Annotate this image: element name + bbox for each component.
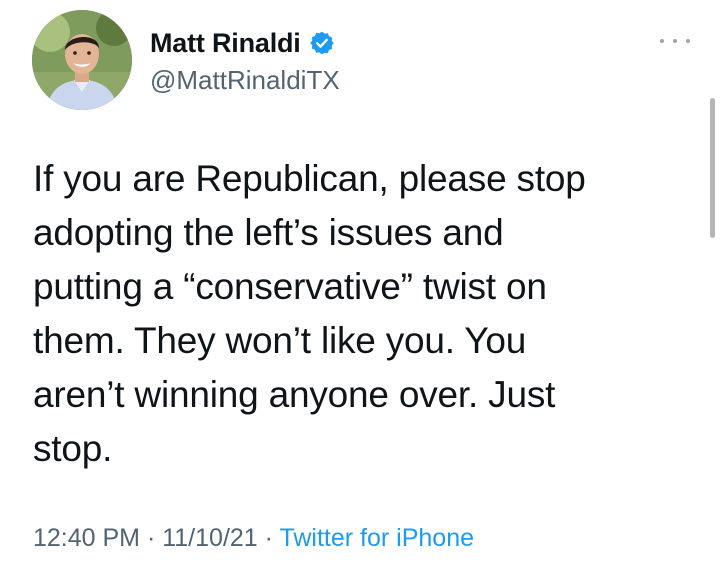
scrollbar[interactable] [710,98,715,238]
avatar-photo [32,10,132,110]
tweet-card: Matt Rinaldi @MattRinaldiTX If you are R… [0,0,720,563]
meta-separator: · [257,524,280,552]
avatar[interactable] [32,10,132,110]
display-name[interactable]: Matt Rinaldi [150,27,301,59]
author-name-row[interactable]: Matt Rinaldi [150,27,335,59]
tweet-date[interactable]: 11/10/21 [162,524,257,552]
tweet-text: If you are Republican, please stop adopt… [33,158,586,469]
more-dot [660,39,664,43]
more-dot [686,39,690,43]
author-handle[interactable]: @MattRinaldiTX [150,64,340,96]
meta-separator: · [140,524,163,552]
more-options-icon[interactable] [660,36,690,46]
verified-badge-icon [309,30,335,56]
tweet-source-link[interactable]: Twitter for iPhone [279,524,474,552]
more-dot [673,39,677,43]
tweet-meta: 12:40 PM · 11/10/21 · Twitter for iPhone [33,522,474,554]
tweet-time[interactable]: 12:40 PM [33,524,140,552]
